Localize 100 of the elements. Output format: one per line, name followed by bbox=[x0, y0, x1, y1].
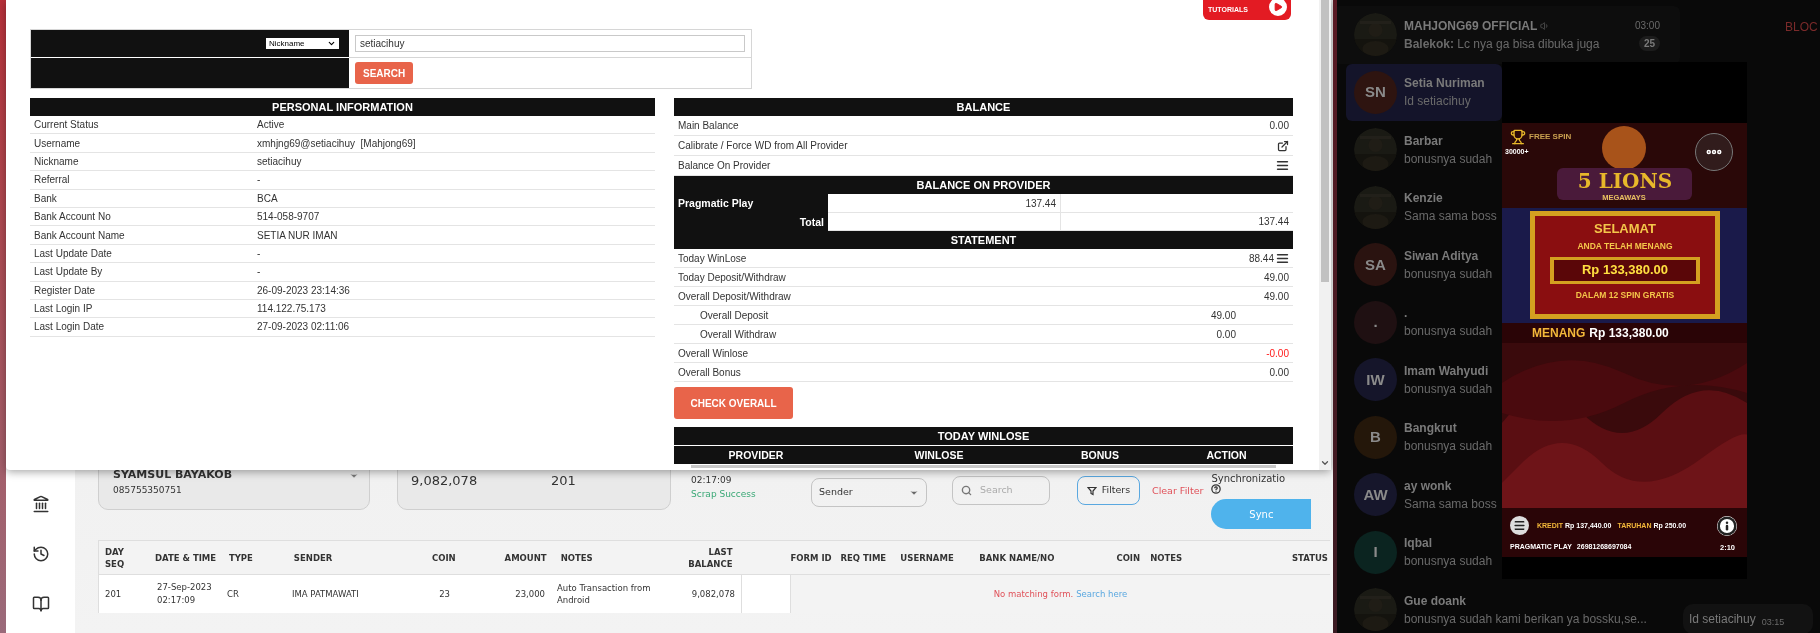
chat-name: MAHJONG69 OFFICIAL bbox=[1404, 17, 1538, 35]
provider-name: Pragmatic Play bbox=[674, 194, 828, 213]
section-header: BALANCE bbox=[674, 98, 1293, 116]
search-icon bbox=[961, 485, 972, 496]
chat-message: Id setiacihuy bbox=[1404, 93, 1471, 111]
table-cell: Auto Transaction from Android bbox=[551, 575, 661, 613]
chat-name: ay wonk bbox=[1404, 477, 1452, 495]
status-text: Scrap Success bbox=[691, 487, 756, 501]
chat-item[interactable]: AW ay wonk Sama sama boss bbox=[1333, 466, 1502, 524]
column-header: BANK NAME/NO bbox=[978, 551, 1056, 564]
column-header: DAY SEQ bbox=[104, 545, 126, 570]
chat-time: 03:00 bbox=[1634, 19, 1660, 34]
account-name: SYAMSUL BAYAKOB bbox=[113, 467, 233, 483]
chat-name: . bbox=[1404, 305, 1408, 323]
chat-item[interactable]: Barbar bonusnya sudah bbox=[1333, 121, 1502, 179]
chat-name: Imam Wahyudi bbox=[1404, 362, 1489, 380]
column-header: COIN bbox=[1115, 551, 1141, 564]
total-value: 137.44 bbox=[1257, 215, 1290, 229]
clear-filter-link[interactable]: Clear Filter bbox=[1152, 484, 1204, 499]
bank-icon[interactable] bbox=[31, 495, 50, 513]
column-header: NOTES bbox=[559, 551, 594, 564]
sync-label: Synchronizatio bbox=[1211, 473, 1286, 484]
statement-label: Today Deposit/Withdraw bbox=[678, 270, 787, 285]
column-header: LAST BALANCE bbox=[687, 545, 734, 570]
chat-item[interactable]: Kenzie Sama sama boss bbox=[1333, 178, 1502, 236]
info-value: 27-09-2023 02:11:06 bbox=[257, 320, 350, 335]
table-cell: 9,082,078 bbox=[661, 575, 741, 613]
chat-message: bonusnya sudah bbox=[1404, 265, 1493, 283]
chat-name: Kenzie bbox=[1404, 190, 1443, 208]
info-label: Bank Account Name bbox=[33, 228, 126, 243]
table-cell: 27-Sep-2023 02:17:09 bbox=[151, 575, 221, 613]
chat-item[interactable]: SN Setia Nuriman Id setiacihuy bbox=[1346, 63, 1502, 121]
column-header: BONUS bbox=[1080, 448, 1120, 463]
filters-button[interactable]: Filters bbox=[1077, 476, 1140, 505]
total-win-amount: Rp 133,380.00 bbox=[1589, 325, 1669, 342]
history-icon[interactable] bbox=[31, 545, 50, 563]
list-icon[interactable] bbox=[1276, 159, 1289, 172]
statement-label: Overall Deposit bbox=[700, 308, 770, 323]
info-value: xmhjng69@setiacihuy [Mahjong69] bbox=[257, 136, 416, 151]
search-type-select[interactable]: Nickname bbox=[266, 38, 339, 49]
statement-value: -0.00 bbox=[1266, 346, 1289, 361]
message-text: Id setiacihuy bbox=[1689, 611, 1756, 628]
scroll-down-icon[interactable] bbox=[1320, 458, 1330, 468]
search-by-select[interactable]: Sender bbox=[811, 478, 927, 507]
info-label: Last Login Date bbox=[33, 320, 106, 335]
info-label: Current Status bbox=[33, 118, 100, 133]
chat-item[interactable]: I Iqbal bonusnya sudah bbox=[1333, 523, 1502, 581]
free-spin-text: FREE SPIN bbox=[1529, 131, 1572, 143]
info-label: Username bbox=[33, 136, 82, 151]
chat-item[interactable]: . . bonusnya sudah bbox=[1333, 293, 1502, 351]
statement-value: 88.44 bbox=[1248, 251, 1274, 266]
info-label: Bank bbox=[33, 191, 58, 206]
avatar: SN bbox=[1354, 70, 1397, 114]
chevron-icon bbox=[327, 39, 336, 48]
stat-value: 201 bbox=[551, 472, 577, 490]
play-icon bbox=[1267, 0, 1289, 18]
statement-label: Overall Withdraw bbox=[700, 327, 778, 342]
chat-item[interactable]: Gue doank bonusnya sudah kami berikan ya bossku,se... bbox=[1333, 581, 1668, 633]
chat-name: Bangkrut bbox=[1404, 420, 1457, 438]
check-overall-button[interactable]: CHECK OVERALL bbox=[674, 387, 793, 419]
chat-name: Siwan Aditya bbox=[1404, 247, 1479, 265]
column-header: TYPE bbox=[227, 551, 254, 564]
column-header: NOTES bbox=[1149, 551, 1184, 564]
chat-name: Iqbal bbox=[1404, 535, 1432, 553]
search-button[interactable]: SEARCH bbox=[355, 62, 414, 84]
avatar: AW bbox=[1354, 473, 1397, 517]
avatar: I bbox=[1354, 530, 1397, 574]
more-button[interactable] bbox=[1695, 133, 1733, 171]
chat-name: Setia Nuriman bbox=[1404, 75, 1485, 93]
game-title: 5 LIONS bbox=[1576, 170, 1674, 192]
info-label: Register Date bbox=[33, 283, 97, 298]
avatar: . bbox=[1354, 300, 1397, 344]
scrollbar[interactable] bbox=[1319, 0, 1331, 470]
win-note: DALAM 12 SPIN GRATIS bbox=[1574, 289, 1676, 302]
chat-item[interactable]: SA Siwan Aditya bonusnya sudah bbox=[1333, 236, 1502, 294]
statement-label: Overall Bonus bbox=[678, 365, 742, 380]
column-header: DATE & TIME bbox=[153, 551, 218, 564]
column-header: FORM ID bbox=[790, 551, 833, 564]
column-header: AMOUNT bbox=[503, 551, 548, 564]
chat-message: bonusnya sudah bbox=[1404, 438, 1493, 456]
statement-label: Overall Winlose bbox=[678, 346, 750, 361]
muted-icon bbox=[1540, 20, 1551, 31]
balance-label: Balance On Provider bbox=[678, 159, 771, 173]
info-value: setiacihuy bbox=[257, 154, 302, 169]
chat-message: bonusnya sudah bbox=[1404, 323, 1493, 341]
search-input[interactable]: setiacihuy bbox=[355, 35, 745, 52]
column-header: SENDER bbox=[292, 551, 334, 564]
chat-message: bonusnya sudah bbox=[1404, 380, 1493, 398]
chat-item[interactable]: IW Imam Wahyudi bonusnya sudah bbox=[1333, 351, 1502, 409]
stat-value: 9,082,078 bbox=[411, 472, 479, 490]
share-icon[interactable] bbox=[1277, 139, 1289, 152]
section-header: PERSONAL INFORMATION bbox=[30, 98, 655, 116]
chat-item[interactable]: B Bangkrut bonusnya sudah bbox=[1333, 408, 1502, 466]
statement-value: 0.00 bbox=[1216, 327, 1236, 342]
column-header: PROVIDER bbox=[727, 448, 785, 463]
help-icon[interactable] bbox=[1211, 484, 1222, 494]
info-value: - bbox=[257, 246, 261, 261]
list-icon[interactable] bbox=[1276, 251, 1289, 265]
search-here-link[interactable]: Search here bbox=[1076, 587, 1128, 601]
book-icon[interactable] bbox=[31, 595, 50, 613]
